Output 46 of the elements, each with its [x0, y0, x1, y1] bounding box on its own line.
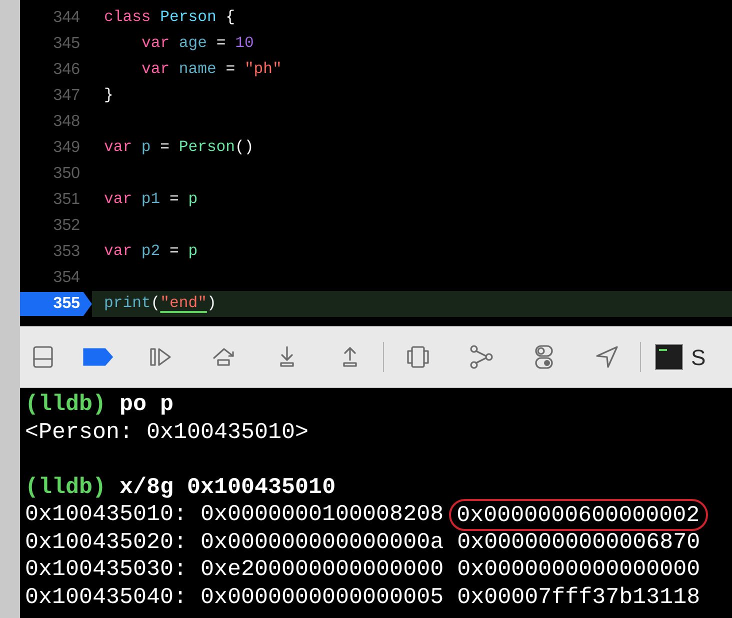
breakpoint-toggle-icon[interactable] — [82, 347, 112, 367]
line-number: 344 — [52, 8, 81, 28]
line-number: 353 — [52, 242, 81, 262]
memory-value: 0x0000000000006870 — [457, 528, 700, 556]
memory-address: 0x100435020: — [25, 528, 188, 556]
code-line: class Person { — [104, 7, 236, 28]
location-arrow-icon[interactable] — [594, 344, 620, 370]
line-number: 354 — [52, 268, 81, 288]
console-command: po p — [120, 391, 174, 418]
breakpoint-line-number: 355 — [20, 292, 92, 316]
code-editor[interactable]: 344 class Person { 345 var age = 10 346 var name = "ph" 347 } 348 349 var p = Person() 350 351 var p1 = p 352 353 var p2 = p 354 355 print("end") — [20, 0, 732, 326]
current-code-line: print("end") — [104, 293, 216, 314]
memory-address: 0x100435040: — [25, 584, 188, 611]
code-line: } — [104, 85, 114, 106]
code-line: var p = Person() — [104, 137, 254, 158]
line-number: 352 — [52, 216, 81, 236]
terminal-icon[interactable] — [655, 344, 683, 370]
scheme-label[interactable]: S — [691, 340, 706, 374]
memory-value: 0x0000000000000000 — [457, 556, 700, 584]
code-line: var age = 10 — [142, 33, 254, 54]
memory-address: 0x100435030: — [25, 556, 188, 584]
console-toggle-icon[interactable] — [30, 344, 56, 370]
debug-console[interactable] — [20, 388, 732, 618]
memory-value: 0x0000000100008208 — [200, 501, 444, 528]
line-number: 347 — [52, 86, 81, 106]
memory-value: 0xe200000000000000 — [200, 556, 444, 584]
line-number: 349 — [52, 138, 81, 158]
memory-value: 0x0000000000000005 — [200, 584, 444, 611]
code-line: var p1 = p — [104, 189, 198, 210]
memory-value: 0x00007fff37b13118 — [457, 584, 700, 611]
console-output: <Person: 0x100435010> — [25, 418, 309, 446]
line-number: 351 — [52, 190, 81, 210]
line-number: 345 — [52, 34, 81, 54]
line-number: 346 — [52, 60, 81, 80]
lldb-prompt: (lldb) — [25, 474, 106, 501]
memory-graph-icon[interactable] — [468, 344, 494, 370]
line-number: 348 — [52, 112, 81, 132]
code-line: var name = "ph" — [142, 59, 282, 80]
code-line: var p2 = p — [104, 241, 198, 262]
memory-address: 0x100435010: — [25, 501, 188, 528]
line-number: 350 — [52, 164, 81, 184]
view-hierarchy-icon[interactable] — [404, 344, 430, 370]
lldb-prompt: (lldb) — [25, 391, 106, 418]
console-command: x/8g 0x100435010 — [120, 474, 336, 501]
circled-memory-value: 0x0000000600000002 — [448, 498, 708, 531]
memory-value: 0x000000000000000a — [200, 528, 444, 556]
